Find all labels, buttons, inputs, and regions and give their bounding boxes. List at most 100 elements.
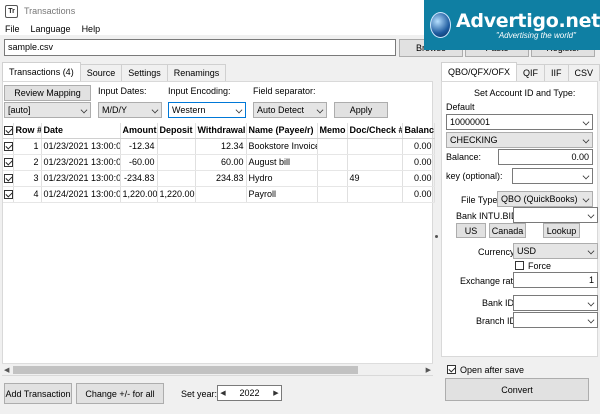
column-header[interactable]: Date bbox=[41, 123, 121, 139]
lookup-button[interactable]: Lookup bbox=[543, 223, 580, 238]
doc-cell[interactable] bbox=[347, 138, 403, 155]
payee-cell[interactable]: Payroll bbox=[246, 186, 318, 203]
memo-cell[interactable] bbox=[317, 138, 348, 155]
decrement-icon[interactable]: ◀ bbox=[218, 389, 228, 397]
tab-iif[interactable]: IIF bbox=[544, 64, 569, 81]
scroll-left-icon[interactable]: ◀ bbox=[4, 366, 9, 374]
balance-cell[interactable]: 0.00 bbox=[402, 170, 435, 187]
date-cell[interactable]: 01/23/2021 13:00:00 bbox=[41, 170, 121, 187]
checkbox-icon[interactable] bbox=[4, 126, 12, 136]
doc-cell[interactable]: 49 bbox=[347, 170, 403, 187]
memo-cell[interactable] bbox=[317, 154, 348, 171]
branch-id-select[interactable] bbox=[513, 312, 598, 328]
balance-cell[interactable]: 0.00 bbox=[402, 138, 435, 155]
canada-button[interactable]: Canada bbox=[489, 223, 526, 238]
table-row[interactable]: 2 01/23/2021 13:00:00 -60.00 60.00 Augus… bbox=[3, 154, 435, 171]
column-header[interactable]: Name (Payee/r) bbox=[246, 123, 318, 139]
input-dates-select[interactable]: M/D/Y bbox=[98, 102, 162, 118]
increment-icon[interactable]: ▶ bbox=[271, 389, 281, 397]
column-header[interactable]: Amount bbox=[120, 123, 158, 139]
deposit-cell[interactable] bbox=[157, 170, 196, 187]
table-row[interactable]: 3 01/23/2021 13:00:00 -234.83 234.83 Hyd… bbox=[3, 170, 435, 187]
withdrawal-cell[interactable] bbox=[195, 186, 247, 203]
tab-transactions[interactable]: Transactions (4) bbox=[2, 62, 81, 81]
column-header[interactable]: Withdrawal bbox=[195, 123, 247, 139]
deposit-cell[interactable] bbox=[157, 138, 196, 155]
splitter-handle[interactable] bbox=[435, 235, 438, 238]
amount-cell[interactable]: -60.00 bbox=[120, 154, 158, 171]
row-checkbox[interactable] bbox=[4, 142, 12, 152]
exchange-rate-input[interactable]: 1 bbox=[513, 272, 598, 288]
key-select[interactable] bbox=[512, 168, 593, 184]
tab-source[interactable]: Source bbox=[79, 64, 123, 81]
review-mapping-button[interactable]: Review Mapping bbox=[4, 85, 91, 101]
horizontal-scrollbar[interactable]: ◀ ▶ bbox=[2, 363, 433, 375]
memo-cell[interactable] bbox=[317, 186, 348, 203]
date-cell[interactable]: 01/23/2021 13:00:00 bbox=[41, 154, 121, 171]
account-type-select[interactable]: CHECKING bbox=[446, 132, 593, 148]
tab-renamings[interactable]: Renamings bbox=[166, 64, 227, 81]
tab-qbo[interactable]: QBO/QFX/OFX bbox=[441, 62, 518, 81]
file-type-select[interactable]: QBO (QuickBooks) bbox=[497, 191, 593, 207]
table-row[interactable]: 1 01/23/2021 13:00:00 -12.34 12.34 Books… bbox=[3, 138, 435, 155]
column-header[interactable]: Deposit bbox=[157, 123, 196, 139]
bank-id-select[interactable] bbox=[513, 295, 598, 311]
payee-cell[interactable]: August bill bbox=[246, 154, 318, 171]
us-button[interactable]: US bbox=[456, 223, 486, 238]
add-transaction-button[interactable]: Add Transaction bbox=[4, 383, 72, 404]
balance-input[interactable]: 0.00 bbox=[498, 149, 593, 165]
column-header[interactable]: Row # bbox=[13, 123, 42, 139]
amount-cell[interactable]: -12.34 bbox=[120, 138, 158, 155]
select-all-header[interactable] bbox=[3, 123, 14, 139]
scroll-right-icon[interactable]: ▶ bbox=[426, 366, 431, 374]
convert-button[interactable]: Convert bbox=[445, 378, 589, 401]
tab-settings[interactable]: Settings bbox=[121, 64, 168, 81]
amount-cell[interactable]: 1,220.00 bbox=[120, 186, 158, 203]
menu-help[interactable]: Help bbox=[82, 24, 101, 34]
row-checkbox[interactable] bbox=[4, 190, 12, 200]
currency-select[interactable]: USD bbox=[513, 243, 598, 259]
row-checkbox[interactable] bbox=[4, 174, 12, 184]
withdrawal-cell[interactable]: 60.00 bbox=[195, 154, 247, 171]
year-spinner[interactable]: ◀ 2022 ▶ bbox=[217, 385, 282, 401]
apply-button[interactable]: Apply bbox=[334, 102, 388, 118]
deposit-cell[interactable] bbox=[157, 154, 196, 171]
row-checkbox[interactable] bbox=[4, 158, 12, 168]
column-header[interactable]: Doc/Check # bbox=[347, 123, 403, 139]
withdrawal-cell[interactable]: 12.34 bbox=[195, 138, 247, 155]
balance-cell[interactable]: 0.00 bbox=[402, 154, 435, 171]
doc-cell[interactable] bbox=[347, 154, 403, 171]
input-encoding-select[interactable]: Western bbox=[168, 102, 246, 118]
force-checkbox[interactable] bbox=[515, 261, 524, 270]
column-header[interactable]: Balance bbox=[402, 123, 435, 139]
table-row[interactable]: 4 01/24/2021 13:00:00 1,220.00 1,220.00 … bbox=[3, 186, 435, 203]
field-separator-select[interactable]: Auto Detect bbox=[253, 102, 327, 118]
tab-csv[interactable]: CSV bbox=[567, 64, 600, 81]
row-number-cell[interactable]: 1 bbox=[13, 138, 42, 155]
tab-qif[interactable]: QIF bbox=[516, 64, 546, 81]
account-id-select[interactable]: 10000001 bbox=[446, 114, 593, 130]
amount-cell[interactable]: -234.83 bbox=[120, 170, 158, 187]
memo-cell[interactable] bbox=[317, 170, 348, 187]
payee-cell[interactable]: Bookstore Invoice bbox=[246, 138, 318, 155]
file-path-input[interactable]: sample.csv bbox=[4, 39, 396, 56]
withdrawal-cell[interactable]: 234.83 bbox=[195, 170, 247, 187]
row-number-cell[interactable]: 2 bbox=[13, 154, 42, 171]
payee-cell[interactable]: Hydro bbox=[246, 170, 318, 187]
balance-cell[interactable]: 0.00 bbox=[402, 186, 435, 203]
change-sign-button[interactable]: Change +/- for all bbox=[76, 383, 164, 404]
menu-language[interactable]: Language bbox=[31, 24, 71, 34]
mapping-select[interactable]: [auto] bbox=[4, 102, 91, 118]
deposit-cell[interactable]: 1,220.00 bbox=[157, 186, 196, 203]
column-header[interactable]: Memo bbox=[317, 123, 348, 139]
menu-file[interactable]: File bbox=[5, 24, 20, 34]
row-number-cell[interactable]: 4 bbox=[13, 186, 42, 203]
year-value[interactable]: 2022 bbox=[239, 388, 259, 398]
date-cell[interactable]: 01/23/2021 13:00:00 bbox=[41, 138, 121, 155]
row-number-cell[interactable]: 3 bbox=[13, 170, 42, 187]
doc-cell[interactable] bbox=[347, 186, 403, 203]
scrollbar-thumb[interactable] bbox=[13, 366, 358, 374]
date-cell[interactable]: 01/24/2021 13:00:00 bbox=[41, 186, 121, 203]
bank-intu-select[interactable] bbox=[513, 207, 598, 223]
open-after-save-checkbox[interactable] bbox=[447, 365, 456, 374]
